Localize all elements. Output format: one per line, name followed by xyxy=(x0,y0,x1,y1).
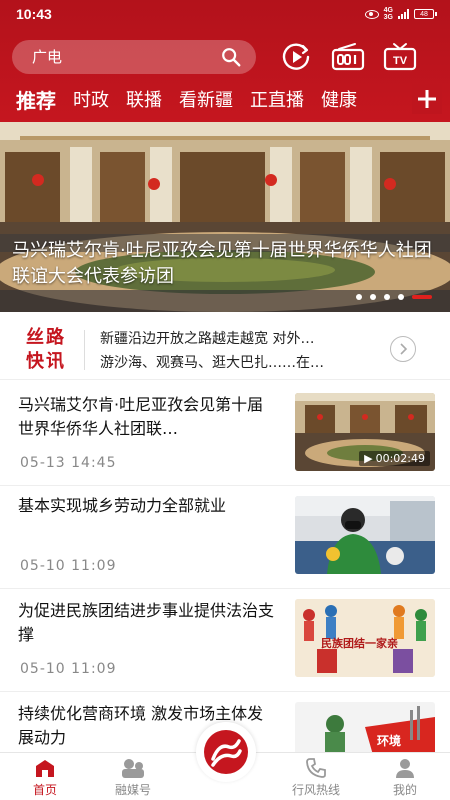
tab-health[interactable]: 健康 xyxy=(321,86,357,112)
thumb-label: 环境 xyxy=(377,734,402,748)
search-input[interactable] xyxy=(32,48,212,66)
nav-hotline[interactable]: 行风热线 xyxy=(276,757,356,798)
news-title[interactable]: 基本实现城乡劳动力全部就业 xyxy=(18,494,278,518)
svg-text:TV: TV xyxy=(393,55,408,67)
tab-live[interactable]: 正直播 xyxy=(250,86,304,112)
play-icon: ▶ xyxy=(364,452,373,465)
hero-caption[interactable]: 马兴瑞艾尔肯·吐尼亚孜会见第十届世界华侨华人社团联谊大会代表参访团 xyxy=(12,238,438,290)
news-thumbnail[interactable]: 民族团结一家亲 xyxy=(295,599,435,677)
add-channel-icon[interactable] xyxy=(412,84,442,114)
silk-road-badge: 丝路 快讯 xyxy=(26,327,66,372)
tab-broadcast[interactable]: 联播 xyxy=(126,86,162,112)
chevron-right-icon[interactable] xyxy=(390,336,416,362)
media-account-icon xyxy=(93,757,173,779)
search-icon[interactable] xyxy=(220,46,242,68)
battery-icon: 48 xyxy=(414,9,437,19)
carousel-dot xyxy=(370,294,376,300)
home-icon xyxy=(5,757,85,779)
channel-tabs: 推荐 时政 联播 看新疆 正直播 健康 xyxy=(0,82,450,116)
play-circle-icon[interactable] xyxy=(278,40,314,74)
tab-recommend[interactable]: 推荐 xyxy=(16,85,56,114)
tab-xinjiang[interactable]: 看新疆 xyxy=(179,86,233,112)
divider xyxy=(84,330,85,370)
silk-road-headline-1[interactable]: 新疆沿边开放之路越走越宽 对外… xyxy=(100,328,370,348)
news-time: 05-10 11:09 xyxy=(20,661,117,677)
carousel-dot xyxy=(398,294,404,300)
hero-banner[interactable]: 马兴瑞艾尔肯·吐尼亚孜会见第十届世界华侨华人社团联谊大会代表参访团 xyxy=(0,122,450,312)
news-thumbnail[interactable]: ▶ 00:02:49 xyxy=(295,393,435,471)
user-icon xyxy=(365,757,445,779)
app-header: 10:43 4G 3G 48 广电 TV 推荐 时政 联播 看新疆 正直播 健康 xyxy=(0,0,450,122)
signal-icon xyxy=(398,9,409,19)
carousel-dot xyxy=(356,294,362,300)
phone-icon xyxy=(276,757,356,779)
silk-road-headline-2[interactable]: 游沙海、观赛马、逛大巴扎……在… xyxy=(100,352,370,372)
news-time: 05-13 14:45 xyxy=(20,455,117,471)
nav-home[interactable]: 首页 xyxy=(5,757,85,798)
carousel-indicator xyxy=(356,294,432,300)
silk-road-news[interactable]: 丝路 快讯 新疆沿边开放之路越走越宽 对外… 游沙海、观赛马、逛大巴扎……在… xyxy=(0,320,450,380)
thumb-slogan: 民族团结一家亲 xyxy=(321,637,398,650)
news-thumbnail[interactable] xyxy=(295,496,435,574)
status-icons: 4G 3G 48 xyxy=(364,7,437,21)
news-time: 05-10 11:09 xyxy=(20,558,117,574)
eye-comfort-icon xyxy=(364,9,379,19)
news-title[interactable]: 为促进民族团结进步事业提供法治支撑 xyxy=(18,599,278,647)
center-logo-button[interactable] xyxy=(196,722,256,782)
status-time: 10:43 xyxy=(16,6,52,22)
tv-icon[interactable]: TV xyxy=(382,40,418,74)
status-bar: 10:43 4G 3G 48 xyxy=(0,0,450,28)
radio-icon[interactable] xyxy=(330,40,366,74)
brand-logo-icon xyxy=(204,730,248,774)
tab-politics[interactable]: 时政 xyxy=(73,86,109,112)
news-item[interactable]: 为促进民族团结进步事业提供法治支撑 05-10 11:09 民族团结一家亲 xyxy=(0,589,450,692)
video-duration: ▶ 00:02:49 xyxy=(359,451,430,466)
nav-profile[interactable]: 我的 xyxy=(365,757,445,798)
carousel-dot xyxy=(384,294,390,300)
news-item[interactable]: 马兴瑞艾尔肯·吐尼亚孜会见第十届世界华侨华人社团联… 05-13 14:45 ▶… xyxy=(0,383,450,486)
carousel-dot-active xyxy=(412,295,432,299)
search-bar[interactable] xyxy=(12,40,256,74)
network-type-icon: 4G 3G xyxy=(383,7,393,21)
news-title[interactable]: 马兴瑞艾尔肯·吐尼亚孜会见第十届世界华侨华人社团联… xyxy=(18,393,278,441)
news-item[interactable]: 基本实现城乡劳动力全部就业 05-10 11:09 xyxy=(0,486,450,589)
app-root: 10:43 4G 3G 48 广电 TV 推荐 时政 联播 看新疆 正直播 健康… xyxy=(0,0,450,800)
nav-media[interactable]: 融媒号 xyxy=(93,757,173,798)
